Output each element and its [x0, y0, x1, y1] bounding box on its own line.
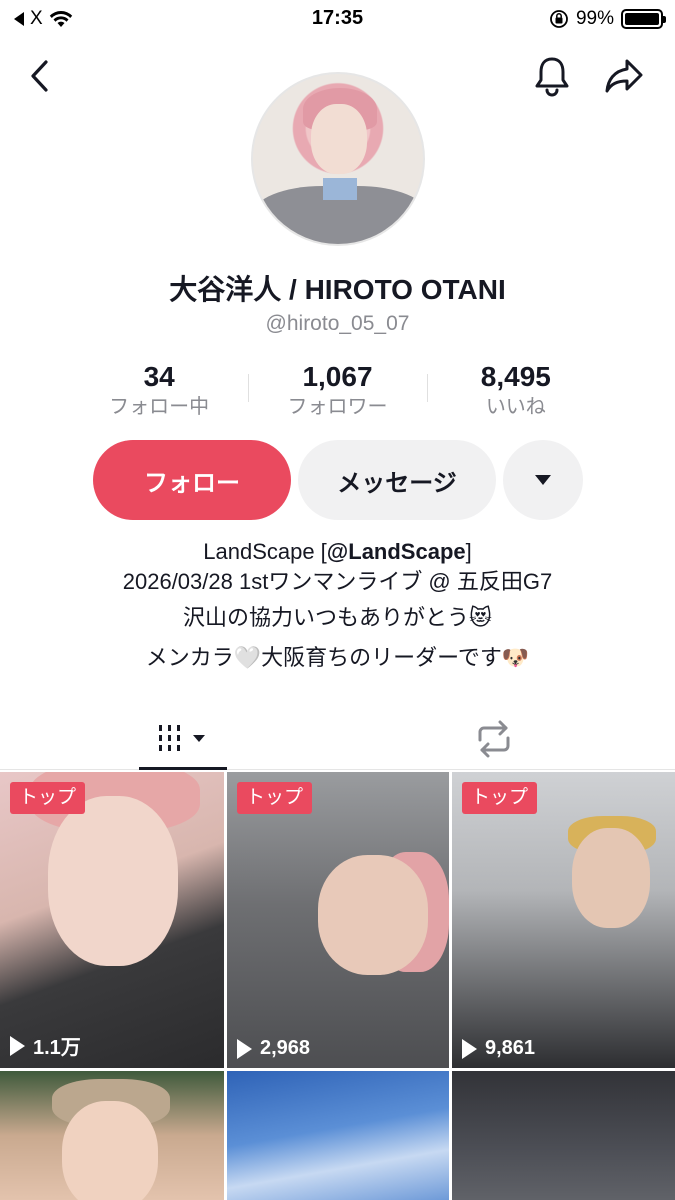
profile-tabs: [0, 708, 675, 770]
avatar[interactable]: [251, 72, 425, 246]
bio-line: LandScape [@LandScape]: [203, 539, 472, 564]
stat-value: 34: [143, 361, 175, 392]
tab-reposts[interactable]: [450, 708, 538, 770]
bio-line: 沢山の協力いつもありがとう😻: [183, 605, 492, 630]
video-thumbnail[interactable]: [0, 1071, 224, 1200]
stat-value: 8,495: [480, 361, 551, 392]
back-button[interactable]: [16, 52, 64, 100]
stat-label: フォロー中: [109, 396, 210, 418]
stat-value: 1,067: [302, 361, 373, 392]
bio: LandScape [@LandScape] 2026/03/28 1stワンマ…: [0, 538, 675, 678]
view-count-value: 1.1万: [33, 1037, 81, 1059]
repost-icon: [478, 720, 510, 758]
view-count: 2,968: [237, 1037, 310, 1060]
video-thumbnail[interactable]: [227, 1071, 449, 1200]
stats-row: 34 フォロー中 1,067 フォロワー 8,495 いいね: [70, 360, 605, 422]
bio-line: メンカラ🤍大阪育ちのリーダーです🐶: [145, 645, 530, 670]
pinned-badge: トップ: [10, 782, 86, 814]
stat-label: フォロワー: [287, 396, 388, 418]
follow-button[interactable]: フォロー: [93, 440, 291, 520]
battery-fill: [625, 13, 659, 25]
battery-percent: 99%: [575, 8, 614, 29]
video-grid-icon: [159, 724, 205, 751]
caret-down-icon: [535, 475, 551, 485]
view-count: 9,861: [462, 1037, 535, 1060]
view-count: 1.1万: [10, 1031, 81, 1060]
battery-icon: [621, 9, 666, 29]
stat-label: いいね: [485, 396, 546, 418]
stat-followers[interactable]: 1,067 フォロワー: [248, 360, 426, 422]
view-count-value: 2,968: [260, 1037, 311, 1059]
video-thumbnail[interactable]: トップ 9,861: [452, 772, 675, 1068]
video-grid: トップ 1.1万 トップ 2,968 トップ 9,861: [0, 772, 675, 1200]
view-count-value: 9,861: [485, 1037, 536, 1059]
video-thumbnail[interactable]: トップ 2,968: [227, 772, 449, 1068]
stat-following[interactable]: 34 フォロー中: [70, 360, 248, 422]
status-bar: X 17:35 99%: [0, 0, 675, 36]
status-right: 99%: [549, 8, 666, 30]
pinned-badge: トップ: [237, 782, 313, 814]
suggested-accounts-button[interactable]: [503, 440, 583, 520]
video-thumbnail[interactable]: トップ 1.1万: [0, 772, 224, 1068]
share-arrow-icon: [605, 59, 643, 93]
video-thumbnail[interactable]: [452, 1071, 675, 1200]
play-icon: [462, 1038, 477, 1059]
chevron-left-icon: [31, 60, 48, 92]
message-button[interactable]: メッセージ: [298, 440, 496, 520]
share-button[interactable]: [600, 52, 648, 100]
bio-line: 2026/03/28 1stワンマンライブ @ 五反田G7: [122, 569, 553, 594]
orientation-lock-icon: [550, 10, 568, 28]
bio-mention-link[interactable]: @LandScape: [327, 539, 466, 564]
bell-icon: [535, 57, 569, 97]
notification-button[interactable]: [528, 52, 576, 100]
pinned-badge: トップ: [462, 782, 538, 814]
play-icon: [10, 1035, 25, 1056]
display-name: 大谷洋人 / HIROTO OTANI: [169, 274, 506, 305]
play-icon: [237, 1038, 252, 1059]
username: @hiroto_05_07: [265, 312, 410, 335]
stat-likes[interactable]: 8,495 いいね: [426, 360, 605, 422]
tab-videos[interactable]: [139, 708, 227, 770]
